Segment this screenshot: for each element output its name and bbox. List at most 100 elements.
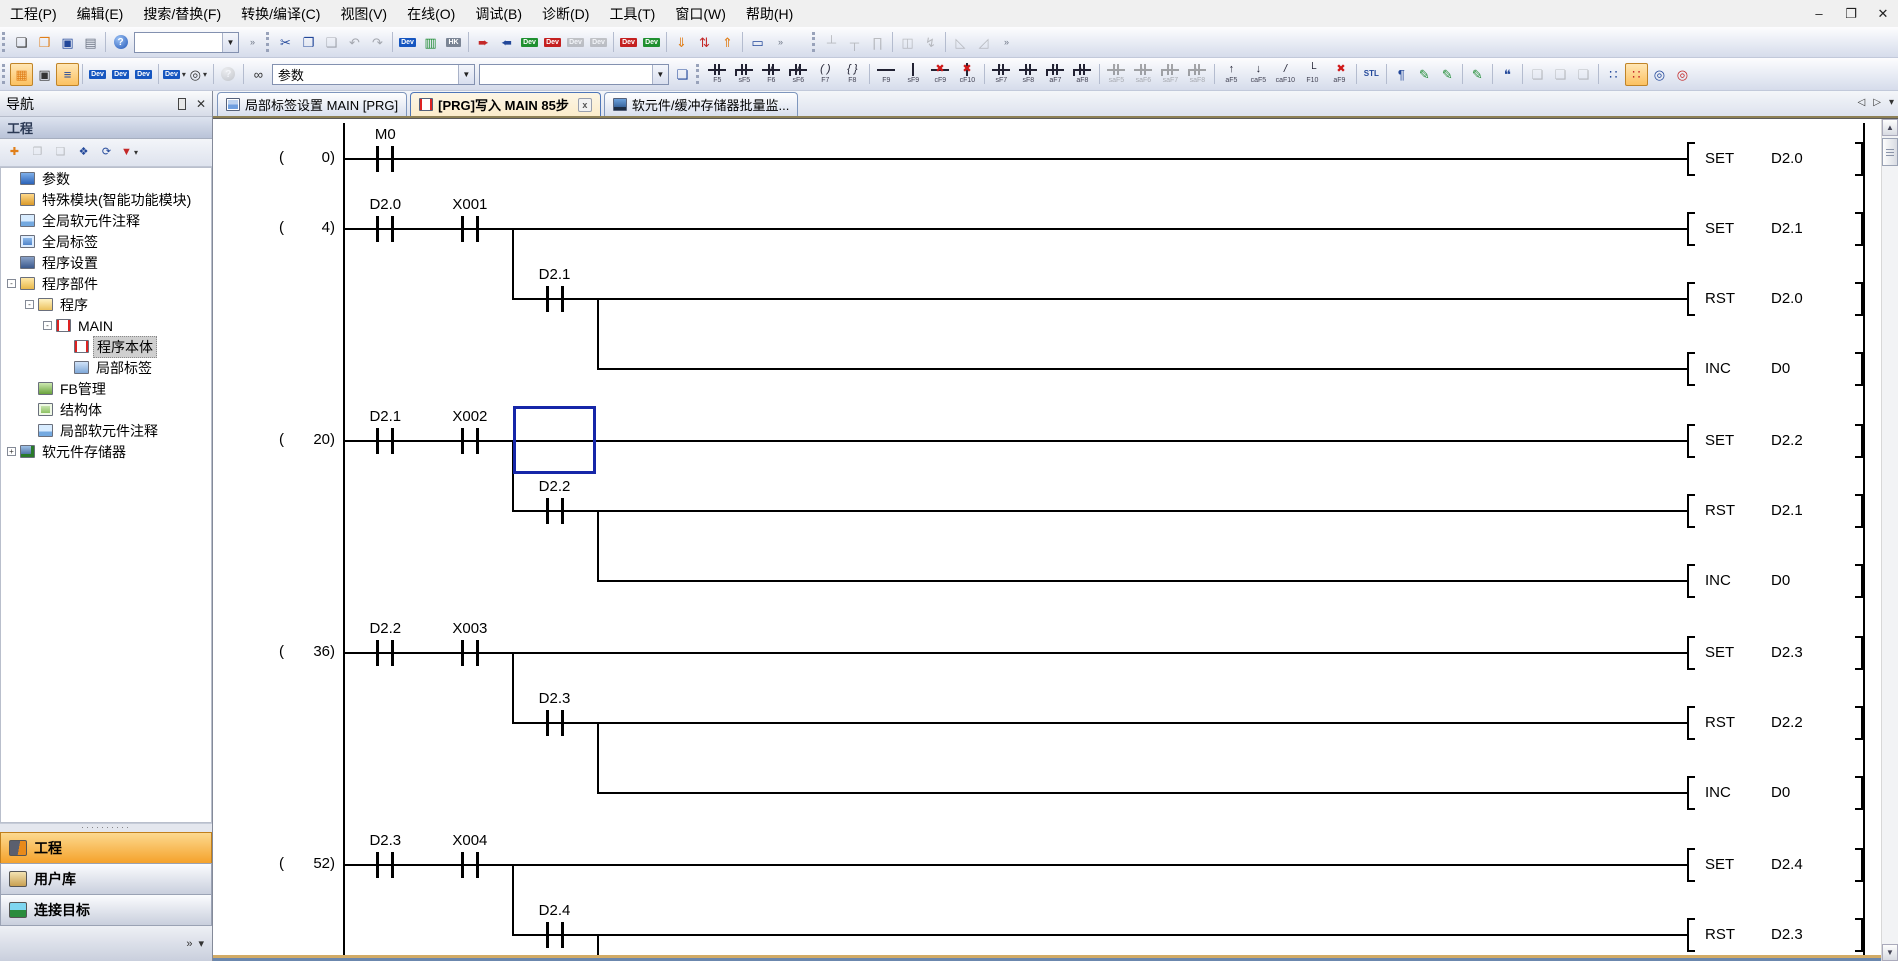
tree-item-[interactable]: 结构体 <box>1 399 211 420</box>
inline-st-display-button[interactable]: ∷ <box>1602 63 1625 86</box>
write-to-plc-button[interactable]: ➨ <box>472 31 495 54</box>
instruction-opcode[interactable]: RST <box>1705 714 1735 731</box>
falling-pulse-tool[interactable]: ↓sF8 <box>1015 60 1042 89</box>
tree-item-[interactable]: 特殊模块(智能功能模块) <box>1 189 211 210</box>
statement-note-batch-edit-button[interactable]: ✎ <box>1436 63 1459 86</box>
contact-bar[interactable] <box>461 640 464 666</box>
restore-icon[interactable]: ❐ <box>1842 6 1860 22</box>
instruction-opcode[interactable]: SET <box>1705 432 1734 449</box>
scroll-up-icon[interactable]: ▲ <box>1882 119 1898 136</box>
device-edit-button[interactable]: Dev <box>640 31 663 54</box>
nav-tab-连接目标[interactable]: 连接目标 <box>0 894 212 925</box>
close-window-icon[interactable]: ✕ <box>1874 6 1892 22</box>
monitor-stop-button[interactable]: Dev <box>541 31 564 54</box>
contact-bar[interactable] <box>391 852 394 878</box>
menu-f[interactable]: 搜索/替换(F) <box>133 3 231 25</box>
contact-bar[interactable] <box>461 428 464 454</box>
device-comment-edit-button[interactable]: ✎ <box>1466 63 1489 86</box>
tab-1[interactable]: 局部标签设置 MAIN [PRG] <box>217 92 407 116</box>
contact-bar[interactable] <box>546 710 549 736</box>
combo-dropdown-icon[interactable]: ▼ <box>222 33 238 52</box>
strip-dropdown-icon[interactable]: ▾ <box>198 937 204 950</box>
contact-bar[interactable] <box>376 216 379 242</box>
collapse-icon[interactable]: - <box>25 300 34 309</box>
contact-bar[interactable] <box>561 498 564 524</box>
monitor-start-button[interactable]: Dev <box>518 31 541 54</box>
print-preview-button[interactable]: ❏ <box>671 63 694 86</box>
menu-t[interactable]: 工具(T) <box>599 3 665 25</box>
redo-button[interactable]: ↷ <box>366 31 389 54</box>
contact-bar[interactable] <box>391 216 394 242</box>
read-from-plc-button[interactable]: ➨ <box>495 31 518 54</box>
instruction-opcode[interactable]: SET <box>1705 856 1734 873</box>
tree-item-[interactable]: -程序部件 <box>1 273 211 294</box>
pulse-conversion-close-tool[interactable]: ↓caF5 <box>1245 60 1272 89</box>
instruction-operand[interactable]: D2.1 <box>1771 220 1803 237</box>
instruction-operand[interactable]: D2.2 <box>1771 432 1803 449</box>
cut-button[interactable]: ✂ <box>274 31 297 54</box>
comment-balloon-button[interactable]: ❝ <box>1496 63 1519 86</box>
copy-button[interactable]: ❐ <box>297 31 320 54</box>
statement-display-button[interactable]: ❏ <box>1526 63 1549 86</box>
help-button[interactable]: ? <box>109 31 132 54</box>
instruction-operand[interactable]: D2.1 <box>1771 502 1803 519</box>
invert-result-tool[interactable]: /caF10 <box>1272 60 1299 89</box>
scrollbar-thumb[interactable] <box>1882 138 1898 166</box>
rising-pulse-close-or-tool[interactable]: ↑saF7 <box>1157 60 1184 89</box>
nav-tab-用户库[interactable]: 用户库 <box>0 863 212 894</box>
inline-st-monitor-button[interactable]: ∷ <box>1625 63 1648 86</box>
draw-line-tool[interactable]: └F10 <box>1299 60 1326 89</box>
find-target-combo[interactable]: 参数▼ <box>272 64 475 85</box>
paste-button[interactable]: ❑ <box>320 31 343 54</box>
contact-bar[interactable] <box>376 146 379 172</box>
delete-vertical-line-tool[interactable]: ✖cF10 <box>954 60 981 89</box>
tab-2[interactable]: [PRG]写入 MAIN 85步x <box>410 92 601 116</box>
menu-b[interactable]: 调试(B) <box>465 3 532 25</box>
comment-display-toggle[interactable]: ≡ <box>56 63 79 86</box>
application-instruction-tool[interactable]: { }F8 <box>839 60 866 89</box>
pane-splitter-handle[interactable]: ·········· <box>0 823 212 832</box>
menu-v[interactable]: 视图(V) <box>330 3 397 25</box>
contact-bar[interactable] <box>391 146 394 172</box>
contact-bar[interactable] <box>461 216 464 242</box>
tree-item-[interactable]: 全局标签 <box>1 231 211 252</box>
instruction-opcode[interactable]: RST <box>1705 502 1735 519</box>
tree-item-[interactable]: 全局软元件注释 <box>1 210 211 231</box>
menu-d[interactable]: 诊断(D) <box>532 3 599 25</box>
tree-item-MAIN[interactable]: -MAIN <box>1 315 211 336</box>
ladder-edit-tool-6[interactable]: ◺ <box>949 31 972 54</box>
tree-item-[interactable]: 局部标签 <box>1 357 211 378</box>
ladder-edit-tool-7[interactable]: ◿ <box>972 31 995 54</box>
contact-bar[interactable] <box>476 640 479 666</box>
ladder-edit-tool-3[interactable]: ∏ <box>866 31 889 54</box>
closed-contact-or-tool[interactable]: /sF6 <box>785 60 812 89</box>
tab-scroll-right-icon[interactable]: ▷ <box>1873 97 1881 108</box>
tree-item-[interactable]: 程序设置 <box>1 252 211 273</box>
instruction-operand[interactable]: D2.0 <box>1771 150 1803 167</box>
program-read-button[interactable]: ⇑ <box>716 31 739 54</box>
contact-bar[interactable] <box>546 922 549 948</box>
device-comment-button[interactable]: Dev <box>86 63 109 86</box>
delete-line-tool[interactable]: ✖aF9 <box>1326 60 1353 89</box>
contact-bar[interactable] <box>546 498 549 524</box>
watch-window-1-button[interactable]: ◎ <box>1648 63 1671 86</box>
combo-dropdown-icon[interactable]: ▼ <box>652 65 668 84</box>
undo-button[interactable]: ↶ <box>343 31 366 54</box>
stl-instruction-button[interactable]: STL <box>1360 63 1383 86</box>
tab-close-icon[interactable]: x <box>578 98 592 112</box>
vertical-line-tool[interactable]: sF9 <box>900 60 927 89</box>
nav-paste-button[interactable]: ❑ <box>49 141 72 164</box>
ladder-edit-tool-2[interactable]: ┬ <box>843 31 866 54</box>
rising-pulse-tool[interactable]: ↑sF7 <box>988 60 1015 89</box>
print-button[interactable]: ▤ <box>79 31 102 54</box>
nav-tab-工程[interactable]: 工程 <box>0 832 212 863</box>
nav-refresh-button[interactable]: ⟳ <box>95 141 118 164</box>
instruction-opcode[interactable]: SET <box>1705 150 1734 167</box>
instruction-operand[interactable]: D2.0 <box>1771 290 1803 307</box>
toolbar-overflow-chevron-3[interactable]: » <box>995 31 1018 54</box>
pin-icon[interactable] <box>178 98 186 110</box>
expand-icon[interactable]: + <box>7 447 16 456</box>
navigation-window-toggle[interactable]: ▦ <box>10 63 33 86</box>
contact-bar[interactable] <box>391 428 394 454</box>
program-write-button[interactable]: ⇓ <box>670 31 693 54</box>
